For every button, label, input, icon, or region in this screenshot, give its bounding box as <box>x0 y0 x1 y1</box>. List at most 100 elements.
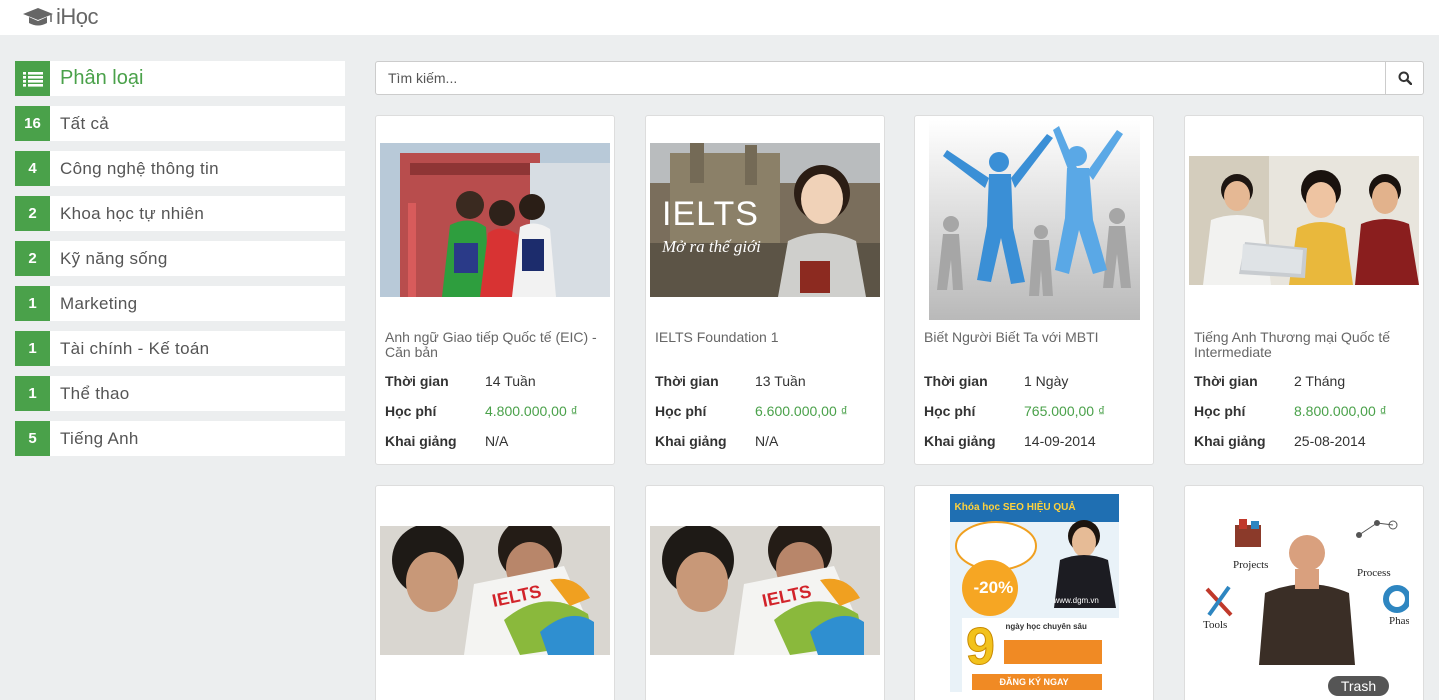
seo-poster-discount: -20% <box>973 578 1014 597</box>
course-image[interactable]: IELTS <box>650 490 880 690</box>
category-label: Tất cả <box>60 113 110 133</box>
category-sidebar: Phân loại 16 Tất cả 4 Công nghệ thông ti… <box>15 61 345 466</box>
search-input[interactable] <box>376 62 1385 94</box>
fee-value: 4.800.000,00 ₫ <box>485 403 578 419</box>
duration-value: 1 Ngày <box>1024 373 1069 389</box>
duration-label: Thời gian <box>924 373 988 389</box>
duration-row: Thời gian 14 Tuần <box>385 373 536 389</box>
search-bar <box>375 61 1424 95</box>
list-icon <box>15 61 50 96</box>
course-image[interactable]: IELTS Mở ra thế giới <box>650 120 880 320</box>
category-item-natural-science[interactable]: 2 Khoa học tự nhiên <box>15 196 345 231</box>
word-projects: Projects <box>1233 559 1269 571</box>
word-tools: Tools <box>1203 619 1228 631</box>
fee-row: Học phí 6.600.000,00 ₫ <box>655 403 848 419</box>
course-card[interactable]: IELTS <box>375 485 615 700</box>
start-label: Khai giảng <box>1194 433 1266 449</box>
category-item-it[interactable]: 4 Công nghệ thông tin <box>15 151 345 186</box>
svg-text:9: 9 <box>966 618 995 676</box>
course-image[interactable]: Projects Process Tools Phases <box>1189 490 1419 690</box>
duration-label: Thời gian <box>385 373 449 389</box>
seo-poster-site: www.dgm.vn <box>1053 596 1099 605</box>
seo-poster-subtitle: ngày học chuyên sâu <box>1005 622 1087 631</box>
duration-label: Thời gian <box>1194 373 1258 389</box>
start-value: N/A <box>755 433 779 449</box>
duration-row: Thời gian 13 Tuần <box>655 373 806 389</box>
duration-label: Thời gian <box>655 373 719 389</box>
course-image[interactable]: Khóa học SEO HIỆU QUẢ 9 -20% www.dgm.vn … <box>919 494 1149 692</box>
fee-row: Học phí 765.000,00 ₫ <box>924 403 1105 419</box>
start-value: 25-08-2014 <box>1294 433 1366 449</box>
category-label: Công nghệ thông tin <box>60 158 219 178</box>
category-count: 5 <box>15 421 50 456</box>
logo[interactable]: iHọc <box>22 4 99 30</box>
graduation-cap-icon <box>23 8 53 26</box>
category-label: Thể thao <box>60 383 130 403</box>
ielts-banner-subtitle: Mở ra thế giới <box>662 237 761 256</box>
course-card[interactable]: IELTS Mở ra thế giới IELTS Foundation 1 … <box>645 115 885 465</box>
category-item-life-skills[interactable]: 2 Kỹ năng sống <box>15 241 345 276</box>
course-card[interactable]: Anh ngữ Giao tiếp Quốc tế (EIC) - Căn bả… <box>375 115 615 465</box>
category-item-english[interactable]: 5 Tiếng Anh <box>15 421 345 456</box>
duration-value: 2 Tháng <box>1294 373 1346 389</box>
fee-label: Học phí <box>655 403 707 419</box>
fee-label: Học phí <box>924 403 976 419</box>
course-card[interactable]: IELTS <box>645 485 885 700</box>
category-item-all[interactable]: 16 Tất cả <box>15 106 345 141</box>
category-count: 1 <box>15 331 50 366</box>
search-icon <box>1398 71 1412 85</box>
trash-tooltip: Trash <box>1328 676 1389 696</box>
course-card[interactable]: Projects Process Tools Phases <box>1184 485 1424 700</box>
course-image[interactable] <box>919 120 1149 320</box>
course-image[interactable] <box>1189 120 1419 320</box>
course-title[interactable]: Biết Người Biết Ta với MBTI <box>924 330 1146 345</box>
category-item-sports[interactable]: 1 Thể thao <box>15 376 345 411</box>
course-image[interactable] <box>380 120 610 320</box>
start-row: Khai giảng N/A <box>655 433 778 449</box>
course-card[interactable]: Tiếng Anh Thương mại Quốc tế Intermediat… <box>1184 115 1424 465</box>
start-label: Khai giảng <box>924 433 996 449</box>
logo-text: iHọc <box>56 4 99 29</box>
category-count: 1 <box>15 376 50 411</box>
fee-label: Học phí <box>385 403 437 419</box>
category-label: Khoa học tự nhiên <box>60 203 205 223</box>
fee-label: Học phí <box>1194 403 1246 419</box>
fee-value: 765.000,00 ₫ <box>1024 403 1106 419</box>
category-header: Phân loại <box>15 61 345 96</box>
duration-row: Thời gian 2 Tháng <box>1194 373 1345 389</box>
category-label: Marketing <box>60 293 138 313</box>
course-card[interactable]: Biết Người Biết Ta với MBTI Thời gian 1 … <box>914 115 1154 465</box>
category-count: 4 <box>15 151 50 186</box>
seo-poster-cta: ĐĂNG KÝ NGAY <box>999 677 1069 687</box>
duration-value: 14 Tuần <box>485 373 536 389</box>
course-title[interactable]: Anh ngữ Giao tiếp Quốc tế (EIC) - Căn bả… <box>385 330 607 360</box>
word-phases: Phases <box>1389 615 1409 627</box>
ielts-banner-title: IELTS <box>662 195 759 233</box>
category-count: 2 <box>15 196 50 231</box>
category-label: Tiếng Anh <box>60 428 139 448</box>
category-item-marketing[interactable]: 1 Marketing <box>15 286 345 321</box>
fee-row: Học phí 8.800.000,00 ₫ <box>1194 403 1387 419</box>
start-row: Khai giảng N/A <box>385 433 508 449</box>
course-title[interactable]: IELTS Foundation 1 <box>655 330 877 345</box>
course-card[interactable]: Khóa học SEO HIỆU QUẢ 9 -20% www.dgm.vn … <box>914 485 1154 700</box>
search-button[interactable] <box>1385 62 1423 94</box>
start-label: Khai giảng <box>655 433 727 449</box>
word-process: Process <box>1357 567 1391 579</box>
course-image[interactable]: IELTS <box>380 490 610 690</box>
top-bar: iHọc <box>0 0 1439 35</box>
course-title[interactable]: Tiếng Anh Thương mại Quốc tế Intermediat… <box>1194 330 1416 360</box>
category-count: 1 <box>15 286 50 321</box>
category-label: Tài chính - Kế toán <box>60 338 210 358</box>
start-value: N/A <box>485 433 509 449</box>
category-header-label: Phân loại <box>60 67 144 89</box>
start-row: Khai giảng 25-08-2014 <box>1194 433 1366 449</box>
duration-value: 13 Tuần <box>755 373 806 389</box>
start-row: Khai giảng 14-09-2014 <box>924 433 1096 449</box>
category-count: 2 <box>15 241 50 276</box>
fee-value: 8.800.000,00 ₫ <box>1294 403 1387 419</box>
duration-row: Thời gian 1 Ngày <box>924 373 1068 389</box>
category-label: Kỹ năng sống <box>60 248 168 268</box>
start-label: Khai giảng <box>385 433 457 449</box>
category-item-finance[interactable]: 1 Tài chính - Kế toán <box>15 331 345 366</box>
